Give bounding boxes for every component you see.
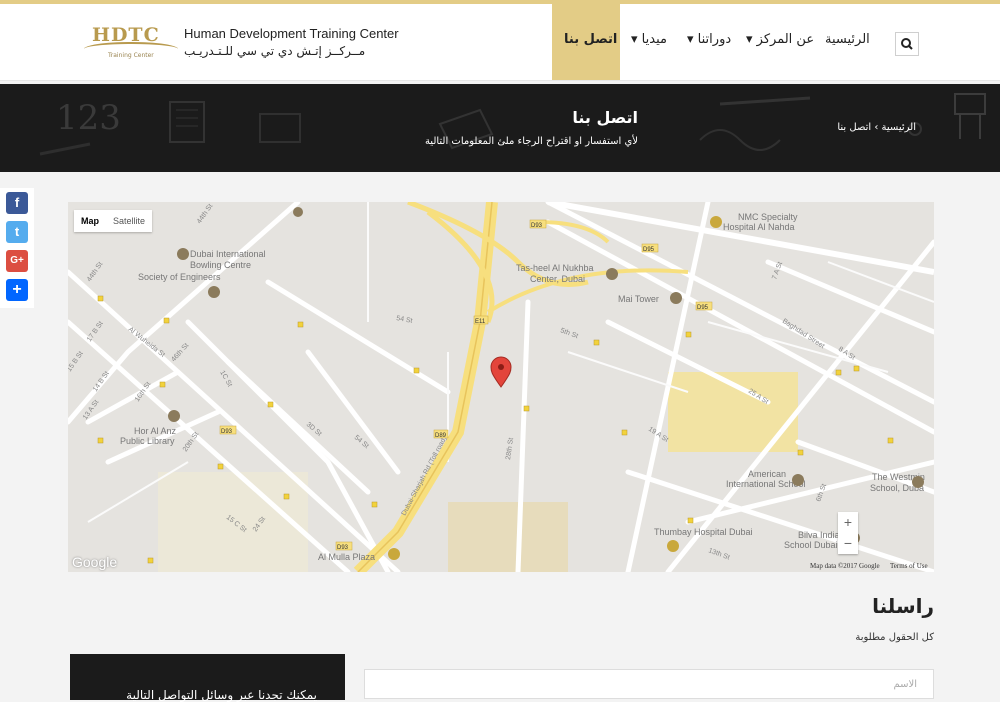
google-map[interactable]: Dubai International Bowling Centre Socie… (68, 202, 934, 572)
page-title: اتصل بنا (572, 108, 638, 127)
zoom-out-button[interactable]: − (838, 533, 858, 554)
svg-text:Hospital Al Nahda: Hospital Al Nahda (723, 222, 795, 232)
map-zoom-control: + − (838, 512, 858, 554)
svg-text:6th St: 6th St (815, 483, 828, 503)
svg-text:Dubai-Sharjah Rd (Toll road): Dubai-Sharjah Rd (Toll road) (401, 435, 449, 517)
social-share-bar: f t G+ + (0, 188, 34, 308)
svg-text:15 B St: 15 B St (68, 350, 85, 373)
map-terms-link[interactable]: Terms of Use (890, 562, 928, 570)
svg-text:Thumbay Hospital Dubai: Thumbay Hospital Dubai (654, 527, 753, 537)
contact-form-title: راسلنا (872, 594, 934, 618)
site-logo[interactable]: HDTC Training Center Human Development T… (84, 22, 404, 66)
svg-text:E11: E11 (475, 319, 486, 325)
svg-text:46th St: 46th St (170, 342, 190, 363)
required-fields-note: كل الحقول مطلوبة (855, 632, 934, 643)
svg-text:D93: D93 (531, 223, 543, 229)
map-type-map[interactable]: Map (74, 210, 106, 232)
google-logo: Google (72, 554, 118, 570)
svg-text:D93: D93 (221, 429, 233, 435)
svg-text:17 B St: 17 B St (86, 320, 105, 343)
logo-subtitle: Training Center (108, 52, 154, 59)
svg-text:D89: D89 (435, 433, 447, 439)
svg-text:D95: D95 (697, 305, 709, 311)
svg-text:Society of Engineers: Society of Engineers (138, 272, 221, 282)
nav-item-contact[interactable]: اتصل بنا (564, 32, 617, 47)
name-field[interactable] (364, 669, 934, 699)
svg-text:Mai Tower: Mai Tower (618, 294, 659, 304)
svg-text:14 B St: 14 B St (92, 370, 111, 393)
svg-text:1C St: 1C St (218, 370, 233, 389)
svg-text:Al Wuheida St: Al Wuheida St (127, 326, 166, 359)
search-button[interactable] (895, 32, 919, 56)
contact-info-panel: يمكنك تجدنا عبر وسائل التواصل التالية (70, 654, 345, 702)
svg-text:D95: D95 (643, 247, 655, 253)
google-plus-icon[interactable]: G+ (6, 250, 28, 272)
svg-text:44th St: 44th St (86, 261, 104, 283)
breadcrumb[interactable]: الرئيسية › اتصل بنا (837, 122, 916, 133)
page-subtitle: لأي استفسار او اقتراح الرجاء ملئ المعلوم… (424, 136, 638, 147)
svg-text:NMC Specialty: NMC Specialty (738, 212, 798, 222)
twitter-icon[interactable]: t (6, 221, 28, 243)
search-icon (901, 38, 913, 50)
svg-text:13th St: 13th St (707, 547, 730, 561)
svg-text:School Dubai: School Dubai (784, 540, 838, 550)
nav-item-home[interactable]: الرئيسية (825, 32, 870, 47)
location-pin-icon (490, 356, 512, 388)
svg-text:28th St: 28th St (505, 437, 515, 460)
svg-text:20th St: 20th St (182, 431, 200, 453)
svg-text:5th St: 5th St (559, 327, 579, 340)
svg-text:Al Mulla Plaza: Al Mulla Plaza (318, 552, 375, 562)
svg-text:Dubai International: Dubai International (190, 249, 266, 259)
site-header: HDTC Training Center Human Development T… (0, 4, 1000, 81)
svg-text:Public Library: Public Library (120, 436, 175, 446)
map-data-credit: Map data ©2017 Google (810, 562, 880, 570)
logo-english-name: Human Development Training Center (184, 26, 399, 41)
zoom-in-button[interactable]: + (838, 512, 858, 533)
svg-text:44th St: 44th St (196, 203, 214, 225)
nav-item-media[interactable]: ▾ ميديا (631, 32, 667, 47)
map-type-control: Map Satellite (74, 210, 153, 232)
map-type-satellite[interactable]: Satellite (106, 210, 152, 232)
page-banner: 123 اتصل بنا لأي استفسار او اقتراح الرجا… (0, 84, 1000, 172)
hdtc-logo-mark: HDTC Training Center (84, 24, 180, 64)
map-canvas[interactable]: Dubai International Bowling Centre Socie… (68, 202, 934, 572)
svg-text:Tas-heel Al Nukhba: Tas-heel Al Nukhba (516, 263, 594, 273)
svg-text:D93: D93 (337, 545, 349, 551)
svg-text:54 St: 54 St (396, 315, 413, 325)
svg-text:American: American (748, 469, 786, 479)
nav-item-courses[interactable]: ▾ دوراتنا (687, 32, 731, 47)
svg-text:Hor Al Anz: Hor Al Anz (134, 426, 177, 436)
svg-text:54 St: 54 St (353, 434, 370, 450)
facebook-icon[interactable]: f (6, 192, 28, 214)
svg-text:Bowling Centre: Bowling Centre (190, 260, 251, 270)
svg-text:Center, Dubai: Center, Dubai (530, 274, 585, 284)
svg-text:Baghdad Street: Baghdad Street (781, 318, 826, 350)
logo-arabic-name: مــركــز إتـش دي تي سي للـتـدريـب (184, 44, 366, 58)
nav-item-about[interactable]: ▾ عن المركز (746, 32, 814, 47)
share-icon[interactable]: + (6, 279, 28, 301)
